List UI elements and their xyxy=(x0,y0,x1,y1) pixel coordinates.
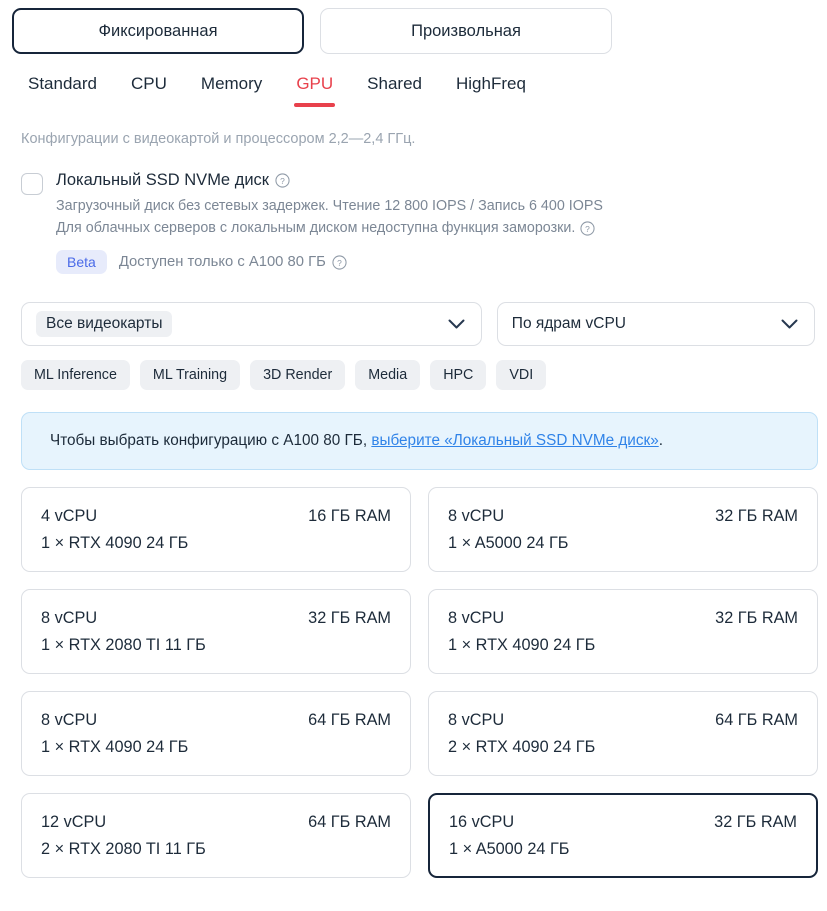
local-ssd-desc-line-2-row: Для облачных серверов с локальным диском… xyxy=(56,218,603,239)
card-gpu: 1 × RTX 2080 TI 11 ГБ xyxy=(41,636,391,655)
category-description: Конфигурации с видеокартой и процессором… xyxy=(21,131,815,147)
filter-chip[interactable]: HPC xyxy=(430,360,486,390)
card-ram: 32 ГБ RAM xyxy=(714,813,797,832)
help-circle-icon[interactable]: ? xyxy=(275,173,290,188)
configuration-card[interactable]: 8 vCPU 32 ГБ RAM 1 × RTX 2080 TI 11 ГБ xyxy=(21,589,411,674)
workload-filter-chips: ML Inference ML Training 3D Render Media HPC… xyxy=(21,360,815,390)
svg-text:?: ? xyxy=(280,176,285,186)
card-top-row: 8 vCPU 64 ГБ RAM xyxy=(41,711,391,730)
card-gpu: 1 × RTX 4090 24 ГБ xyxy=(41,534,391,553)
sort-select-value: По ядрам vCPU xyxy=(512,315,626,333)
local-ssd-title-row: Локальный SSD NVMe диск ? xyxy=(56,171,603,190)
configuration-card[interactable]: 8 vCPU 32 ГБ RAM 1 × RTX 4090 24 ГБ xyxy=(428,589,818,674)
banner-text: Чтобы выбрать конфигурацию с A100 80 ГБ,… xyxy=(50,432,663,450)
local-ssd-option: Локальный SSD NVMe диск ? Загрузочный ди… xyxy=(21,171,815,274)
card-vcpu: 8 vCPU xyxy=(41,609,97,628)
chevron-down-icon xyxy=(781,319,798,330)
tab-label: Shared xyxy=(367,74,422,93)
card-top-row: 8 vCPU 64 ГБ RAM xyxy=(448,711,798,730)
card-ram: 32 ГБ RAM xyxy=(715,609,798,628)
card-ram: 64 ГБ RAM xyxy=(308,813,391,832)
filter-selects: Все видеокарты По ядрам vCPU xyxy=(21,302,815,346)
tab-highfreq[interactable]: HighFreq xyxy=(439,68,543,107)
banner-link[interactable]: выберите «Локальный SSD NVMe диск» xyxy=(371,432,658,449)
local-ssd-checkbox[interactable] xyxy=(21,173,43,195)
filter-chip[interactable]: Media xyxy=(355,360,420,390)
configuration-card[interactable]: 4 vCPU 16 ГБ RAM 1 × RTX 4090 24 ГБ xyxy=(21,487,411,572)
card-top-row: 4 vCPU 16 ГБ RAM xyxy=(41,507,391,526)
help-circle-icon[interactable]: ? xyxy=(580,221,595,236)
card-ram: 32 ГБ RAM xyxy=(715,507,798,526)
card-vcpu: 8 vCPU xyxy=(448,711,504,730)
beta-badge: Beta xyxy=(56,250,107,274)
card-ram: 64 ГБ RAM xyxy=(715,711,798,730)
tab-memory[interactable]: Memory xyxy=(184,68,279,107)
sort-select[interactable]: По ядрам vCPU xyxy=(497,302,815,346)
mode-button-custom[interactable]: Произвольная xyxy=(320,8,612,54)
configuration-mode-toggle: Фиксированная Произвольная xyxy=(12,8,815,54)
card-top-row: 8 vCPU 32 ГБ RAM xyxy=(41,609,391,628)
configuration-card[interactable]: 12 vCPU 64 ГБ RAM 2 × RTX 2080 TI 11 ГБ xyxy=(21,793,411,878)
card-top-row: 12 vCPU 64 ГБ RAM xyxy=(41,813,391,832)
svg-text:?: ? xyxy=(337,258,342,268)
server-configurator-page: Фиксированная Произвольная Standard CPU Mem… xyxy=(0,0,827,878)
card-vcpu: 16 vCPU xyxy=(449,813,514,832)
card-top-row: 8 vCPU 32 ГБ RAM xyxy=(448,609,798,628)
mode-button-label: Фиксированная xyxy=(98,22,217,41)
local-ssd-body: Локальный SSD NVMe диск ? Загрузочный ди… xyxy=(56,171,603,274)
card-ram: 64 ГБ RAM xyxy=(308,711,391,730)
tab-cpu[interactable]: CPU xyxy=(114,68,184,107)
filter-chip[interactable]: VDI xyxy=(496,360,546,390)
tab-shared[interactable]: Shared xyxy=(350,68,439,107)
mode-button-fixed[interactable]: Фиксированная xyxy=(12,8,304,54)
tab-label: CPU xyxy=(131,74,167,93)
configuration-card[interactable]: 16 vCPU 32 ГБ RAM 1 × A5000 24 ГБ xyxy=(428,793,818,878)
beta-availability-row: Beta Доступен только с A100 80 ГБ ? xyxy=(56,250,603,274)
help-circle-icon[interactable]: ? xyxy=(332,255,347,270)
configuration-card[interactable]: 8 vCPU 32 ГБ RAM 1 × A5000 24 ГБ xyxy=(428,487,818,572)
tab-standard[interactable]: Standard xyxy=(18,68,114,107)
card-vcpu: 12 vCPU xyxy=(41,813,106,832)
banner-text-after: . xyxy=(659,432,663,449)
filter-chip[interactable]: ML Inference xyxy=(21,360,130,390)
card-vcpu: 8 vCPU xyxy=(448,507,504,526)
category-tabs: Standard CPU Memory GPU Shared HighFreq xyxy=(12,68,815,107)
local-ssd-desc-line-2: Для облачных серверов с локальным диском… xyxy=(56,218,575,239)
tab-label: Memory xyxy=(201,74,262,93)
card-gpu: 1 × RTX 4090 24 ГБ xyxy=(41,738,391,757)
svg-text:?: ? xyxy=(586,223,591,233)
card-vcpu: 8 vCPU xyxy=(448,609,504,628)
a100-info-banner: Чтобы выбрать конфигурацию с A100 80 ГБ,… xyxy=(21,412,818,470)
card-gpu: 1 × RTX 4090 24 ГБ xyxy=(448,636,798,655)
card-vcpu: 8 vCPU xyxy=(41,711,97,730)
gpu-filter-value: Все видеокарты xyxy=(36,311,172,337)
card-gpu: 1 × A5000 24 ГБ xyxy=(448,534,798,553)
card-gpu: 2 × RTX 4090 24 ГБ xyxy=(448,738,798,757)
local-ssd-label: Локальный SSD NVMe диск xyxy=(56,171,269,190)
local-ssd-description: Загрузочный диск без сетевых задержек. Ч… xyxy=(56,196,603,238)
configuration-cards: 4 vCPU 16 ГБ RAM 1 × RTX 4090 24 ГБ 8 vCPU 3… xyxy=(21,487,815,878)
local-ssd-desc-line-1: Загрузочный диск без сетевых задержек. Ч… xyxy=(56,196,603,217)
card-gpu: 1 × A5000 24 ГБ xyxy=(449,840,797,859)
mode-button-label: Произвольная xyxy=(411,22,521,41)
beta-note-row: Доступен только с A100 80 ГБ ? xyxy=(119,254,347,270)
card-ram: 32 ГБ RAM xyxy=(308,609,391,628)
configuration-card[interactable]: 8 vCPU 64 ГБ RAM 1 × RTX 4090 24 ГБ xyxy=(21,691,411,776)
filter-chip[interactable]: ML Training xyxy=(140,360,240,390)
tab-label: Standard xyxy=(28,74,97,93)
tab-gpu[interactable]: GPU xyxy=(279,68,350,107)
gpu-filter-select[interactable]: Все видеокарты xyxy=(21,302,482,346)
filter-chip[interactable]: 3D Render xyxy=(250,360,345,390)
card-ram: 16 ГБ RAM xyxy=(308,507,391,526)
card-top-row: 8 vCPU 32 ГБ RAM xyxy=(448,507,798,526)
banner-text-before: Чтобы выбрать конфигурацию с A100 80 ГБ, xyxy=(50,432,371,449)
configuration-card[interactable]: 8 vCPU 64 ГБ RAM 2 × RTX 4090 24 ГБ xyxy=(428,691,818,776)
card-gpu: 2 × RTX 2080 TI 11 ГБ xyxy=(41,840,391,859)
card-top-row: 16 vCPU 32 ГБ RAM xyxy=(449,813,797,832)
chevron-down-icon xyxy=(448,319,465,330)
card-vcpu: 4 vCPU xyxy=(41,507,97,526)
tab-label: GPU xyxy=(296,74,333,93)
tab-label: HighFreq xyxy=(456,74,526,93)
beta-note: Доступен только с A100 80 ГБ xyxy=(119,254,326,270)
